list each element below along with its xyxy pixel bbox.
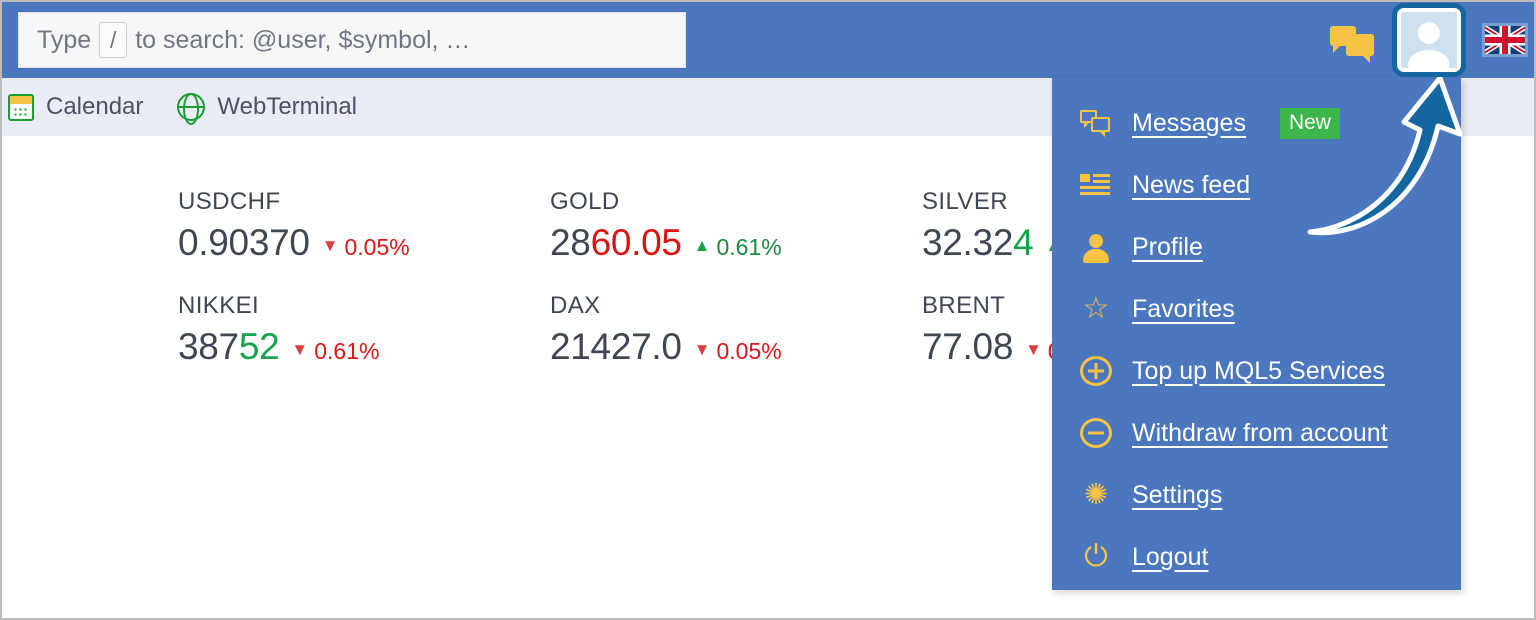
- quote-price: 77.08: [922, 326, 1014, 367]
- nav-item-webterminal[interactable]: WebTerminal: [177, 93, 357, 121]
- menu-item-top-up[interactable]: Top up MQL5 Services: [1052, 340, 1461, 402]
- nav-item-calendar[interactable]: Calendar: [8, 93, 143, 121]
- nav-item-calendar-label: Calendar: [46, 93, 144, 120]
- quote-direction-arrow: ▲: [693, 236, 711, 255]
- avatar-body: [1408, 50, 1450, 68]
- menu-item-favorites-label: Favorites: [1132, 294, 1235, 323]
- quote-nikkei[interactable]: NIKKEI 38752 ▼ 0.61%: [178, 292, 550, 368]
- quote-percent: 0.05%: [716, 338, 782, 364]
- menu-item-settings[interactable]: ✺ Settings: [1052, 464, 1461, 526]
- menu-item-news-feed-label: News feed: [1132, 170, 1251, 199]
- quote-symbol: DAX: [550, 292, 601, 319]
- search-prefix: Type: [37, 25, 92, 54]
- menu-item-top-up-label: Top up MQL5 Services: [1132, 356, 1385, 385]
- avatar-head: [1417, 22, 1441, 45]
- quote-price: 2860.05: [550, 222, 682, 263]
- flag-cross-red-v: [1502, 26, 1508, 54]
- quote-gold[interactable]: GOLD 2860.05 ▲ 0.61%: [550, 188, 922, 264]
- quote-direction-arrow: ▼: [321, 236, 339, 255]
- star-icon: ☆: [1082, 292, 1110, 325]
- gear-icon: ✺: [1083, 479, 1109, 511]
- uk-flag-icon[interactable]: [1482, 23, 1528, 57]
- slash-key-hint: /: [99, 22, 128, 58]
- plus-circle-icon: [1080, 356, 1112, 386]
- quote-direction-arrow: ▼: [693, 340, 711, 359]
- quote-price: 38752: [178, 326, 280, 367]
- menu-item-settings-label: Settings: [1132, 480, 1223, 509]
- flag-canvas: [1485, 26, 1525, 54]
- minus-circle-icon: [1080, 418, 1112, 448]
- menu-item-profile-label: Profile: [1132, 232, 1203, 261]
- chat-bubble-front: [1346, 34, 1374, 63]
- power-icon: ⏻: [1084, 540, 1108, 573]
- quote-dax[interactable]: DAX 21427.0 ▼ 0.05%: [550, 292, 922, 368]
- menu-item-news-feed[interactable]: News feed: [1052, 154, 1461, 216]
- quote-value-line: 21427.0 ▼ 0.05%: [550, 326, 922, 368]
- globe-icon: [177, 93, 206, 121]
- search-input[interactable]: Type / to search: @user, $symbol, …: [18, 12, 686, 68]
- news-feed-icon: [1080, 169, 1112, 201]
- menu-item-messages-label: Messages: [1132, 108, 1246, 137]
- menu-item-favorites[interactable]: ☆ Favorites: [1052, 278, 1461, 340]
- messages-new-badge: New: [1279, 107, 1340, 139]
- quote-price: 32.324: [922, 222, 1034, 263]
- search-suffix: to search: @user, $symbol, …: [135, 25, 471, 54]
- chat-bubbles-icon[interactable]: [1330, 20, 1376, 63]
- top-header-bar: Type / to search: @user, $symbol, …: [2, 2, 1534, 78]
- user-account-dropdown-menu: Messages New News feed Profile ☆ Favorit…: [1052, 78, 1461, 590]
- search-placeholder-text: Type / to search: @user, $symbol, …: [37, 22, 470, 58]
- quote-direction-arrow: ▼: [1025, 340, 1042, 359]
- menu-item-withdraw-label: Withdraw from account: [1132, 418, 1388, 447]
- quote-direction-arrow: ▼: [291, 340, 309, 359]
- user-avatar-icon: [1401, 12, 1457, 68]
- quote-price: 0.90370: [178, 222, 310, 263]
- quote-percent: 0.05%: [344, 234, 410, 260]
- quote-price: 21427.0: [550, 326, 682, 367]
- quote-symbol: NIKKEI: [178, 292, 260, 319]
- nav-item-webterminal-label: WebTerminal: [217, 93, 358, 120]
- header-right-icons: [1330, 2, 1528, 78]
- calendar-icon-top: [10, 95, 32, 104]
- menu-item-logout-label: Logout: [1132, 542, 1209, 571]
- menu-item-messages[interactable]: Messages New: [1052, 92, 1461, 154]
- app-screenshot: Type / to search: @user, $symbol, … Cale…: [0, 0, 1536, 620]
- menu-item-profile[interactable]: Profile: [1052, 216, 1461, 278]
- quote-value-line: 38752 ▼ 0.61%: [178, 326, 550, 368]
- profile-icon: [1080, 231, 1112, 263]
- quote-percent: 0.61%: [716, 234, 782, 260]
- calendar-icon-dots: [13, 106, 29, 117]
- quote-symbol: USDCHF: [178, 188, 281, 215]
- quote-value-line: 2860.05 ▲ 0.61%: [550, 222, 922, 264]
- quote-value-line: 0.90370 ▼ 0.05%: [178, 222, 550, 264]
- menu-item-withdraw[interactable]: Withdraw from account: [1052, 402, 1461, 464]
- menu-item-logout[interactable]: ⏻ Logout: [1052, 526, 1461, 588]
- calendar-icon: [8, 93, 34, 121]
- quote-usdchf[interactable]: USDCHF 0.90370 ▼ 0.05%: [178, 188, 550, 264]
- quote-symbol: GOLD: [550, 188, 620, 215]
- messages-icon: [1080, 107, 1112, 139]
- user-avatar-button[interactable]: [1392, 3, 1466, 77]
- quote-percent: 0.61%: [314, 338, 380, 364]
